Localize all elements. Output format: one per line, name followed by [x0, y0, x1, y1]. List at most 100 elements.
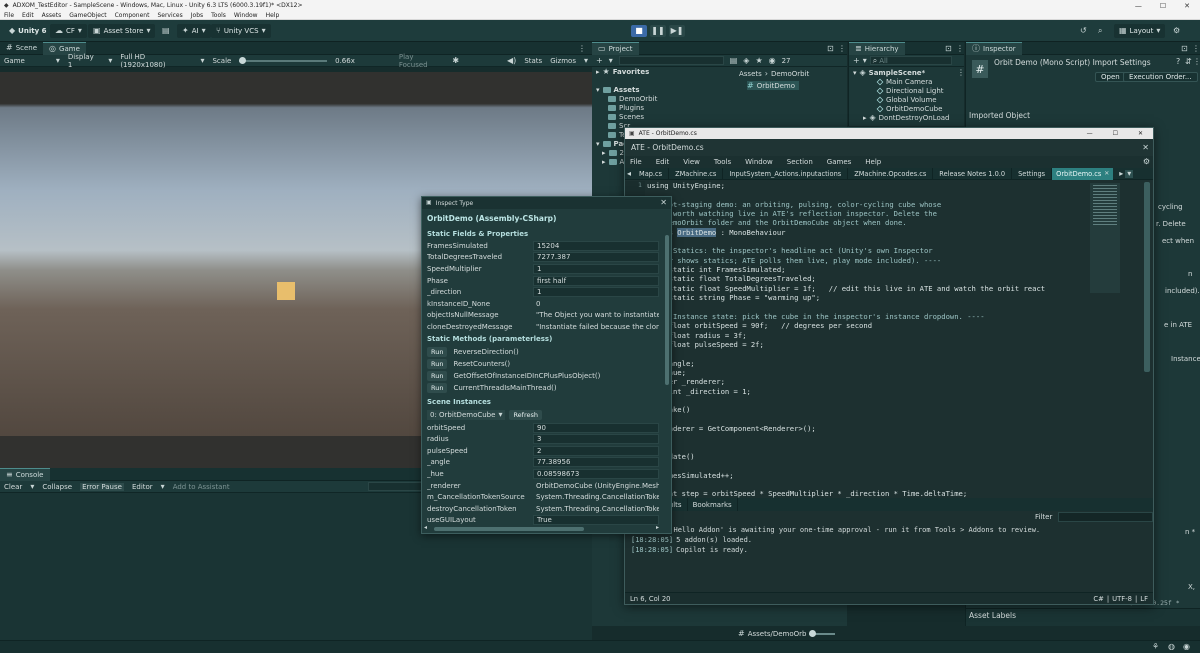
- vcs-dropdown[interactable]: ⑂ Unity VCS ▾: [211, 24, 271, 38]
- run-button[interactable]: Run: [427, 358, 448, 369]
- inspect-hscrollbar[interactable]: [434, 527, 584, 531]
- layout-dropdown[interactable]: ▦ Layout ▾: [1114, 24, 1166, 38]
- code-minimap[interactable]: [1090, 183, 1120, 293]
- unity-version-button[interactable]: ◆ Unity 6: [4, 24, 51, 38]
- field-value[interactable]: 0.08598673: [533, 468, 659, 479]
- menu-tools[interactable]: Tools: [211, 12, 226, 19]
- ate-tab-zmachine[interactable]: ZMachine.cs: [669, 167, 724, 180]
- ate-tab-map[interactable]: Map.cs: [633, 167, 670, 180]
- ate-tab-opcodes[interactable]: ZMachine.Opcodes.cs: [848, 167, 934, 180]
- hierarchy-item-cube[interactable]: OrbitDemoCube: [853, 104, 965, 113]
- account-dropdown[interactable]: ☁ CF ▾: [50, 24, 87, 38]
- more-options-icon[interactable]: ⋮: [957, 68, 965, 77]
- status-language[interactable]: C#: [1093, 595, 1103, 603]
- field-value[interactable]: 3: [533, 434, 659, 445]
- chevron-left-icon[interactable]: ◂: [625, 169, 633, 178]
- ate-menu-section[interactable]: Section: [787, 158, 813, 166]
- clear-button[interactable]: Clear: [4, 483, 22, 491]
- tab-console[interactable]: ≡ Console: [0, 467, 50, 481]
- stats-button[interactable]: Stats: [524, 57, 542, 65]
- breadcrumb-assets[interactable]: Assets: [739, 70, 762, 78]
- ate-tab-inputsystem[interactable]: InputSystem_Actions.inputactions: [723, 167, 849, 180]
- ate-close-icon[interactable]: ✕: [1142, 143, 1149, 152]
- game-mode-dropdown[interactable]: Game: [4, 57, 48, 65]
- error-pause-button[interactable]: Error Pause: [80, 482, 124, 491]
- settings-icon[interactable]: ⇵: [1185, 58, 1192, 66]
- field-value[interactable]: first half: [533, 275, 659, 286]
- tab-hierarchy[interactable]: ≣ Hierarchy: [849, 41, 905, 55]
- tree-item-scenes[interactable]: Scenes: [596, 112, 736, 121]
- star-icon[interactable]: ★: [755, 56, 762, 65]
- run-button[interactable]: Run: [427, 346, 448, 357]
- scale-slider[interactable]: [239, 56, 328, 64]
- chevron-right-icon[interactable]: ▸: [1117, 169, 1125, 178]
- add-to-assistant-button[interactable]: Add to Assistant: [173, 483, 230, 491]
- speaker-icon[interactable]: ◀): [507, 56, 516, 65]
- run-button[interactable]: Run: [427, 370, 448, 381]
- tab-scene[interactable]: # Scene: [0, 42, 43, 55]
- tab-project[interactable]: ▭ Project: [592, 41, 639, 55]
- plus-icon[interactable]: +: [853, 56, 860, 65]
- filter-icon[interactable]: ▤: [730, 56, 738, 65]
- ate-menu-edit[interactable]: Edit: [656, 158, 670, 166]
- lock-icon[interactable]: ⊡: [1181, 45, 1188, 53]
- hierarchy-dont-destroy[interactable]: ▸ ◈ DontDestroyOnLoad: [853, 113, 965, 122]
- ate-tab-orbitdemo[interactable]: OrbitDemo.cs ✕: [1052, 167, 1114, 180]
- field-value[interactable]: 15204: [533, 240, 659, 251]
- run-button[interactable]: Run: [427, 382, 448, 393]
- ate-maximize-button[interactable]: ☐: [1113, 130, 1118, 137]
- menu-component[interactable]: Component: [115, 12, 150, 19]
- step-button[interactable]: ▶❚: [669, 25, 685, 37]
- hierarchy-item-camera[interactable]: Main Camera: [853, 77, 965, 86]
- ate-minimize-button[interactable]: —: [1087, 130, 1093, 137]
- field-value[interactable]: 1: [533, 263, 659, 274]
- ate-tab-release-notes[interactable]: Release Notes 1.0.0: [933, 167, 1013, 180]
- tab-inspector[interactable]: ⓘ Inspector: [966, 41, 1022, 55]
- tree-item-plugins[interactable]: Plugins: [596, 103, 736, 112]
- tree-item-demoorbit[interactable]: DemoOrbit: [596, 94, 736, 103]
- hierarchy-item-light[interactable]: Directional Light: [853, 86, 965, 95]
- menu-gameobject[interactable]: GameObject: [69, 12, 106, 19]
- pause-button[interactable]: ❚❚: [650, 25, 666, 37]
- close-icon[interactable]: ✕: [1104, 170, 1109, 177]
- scene-root[interactable]: ▾ ◈ SampleScene* ⋮: [853, 68, 965, 77]
- minimize-button[interactable]: —: [1135, 2, 1142, 10]
- file-orbitdemo[interactable]: # OrbitDemo: [747, 81, 800, 90]
- ate-menu-games[interactable]: Games: [827, 158, 852, 166]
- editor-dropdown[interactable]: Editor: [132, 483, 153, 491]
- tree-item-assets[interactable]: ▾ Assets: [596, 85, 736, 94]
- menu-assets[interactable]: Assets: [42, 12, 62, 19]
- search-button[interactable]: ⌕: [1093, 24, 1107, 38]
- package-button[interactable]: ▤: [157, 24, 175, 38]
- history-button[interactable]: ↺: [1075, 24, 1092, 38]
- menu-window[interactable]: Window: [234, 12, 258, 19]
- collapse-button[interactable]: Collapse: [42, 483, 72, 491]
- code-editor[interactable]: using UnityEngine; eenshot-staging demo: …: [647, 181, 1091, 498]
- close-button[interactable]: ✕: [1184, 2, 1190, 10]
- project-search-input[interactable]: [618, 56, 724, 65]
- bug-icon[interactable]: ✱: [452, 56, 459, 65]
- menu-help[interactable]: Help: [266, 12, 280, 19]
- more-options-icon[interactable]: ⋮: [1193, 58, 1200, 66]
- gear-icon[interactable]: ⚙: [1143, 158, 1150, 166]
- favorites-item[interactable]: ▸ ★ Favorites: [596, 67, 736, 76]
- status-encoding[interactable]: UTF-8: [1112, 595, 1132, 603]
- chevron-down-icon[interactable]: ▾: [1125, 169, 1134, 178]
- breadcrumb-demoorbit[interactable]: DemoOrbit: [771, 70, 809, 78]
- refresh-button[interactable]: Refresh: [509, 410, 542, 421]
- more-options-icon[interactable]: ⋮: [956, 45, 964, 53]
- inspect-vscrollbar[interactable]: [665, 235, 669, 385]
- asset-store-button[interactable]: ▣ Asset Store ▾: [88, 24, 156, 38]
- label-icon[interactable]: ◈: [743, 56, 749, 65]
- lock-icon[interactable]: ⊡: [827, 45, 834, 53]
- icon-size-slider[interactable]: [809, 630, 836, 637]
- menu-file[interactable]: File: [4, 12, 14, 19]
- plus-icon[interactable]: +: [596, 56, 603, 65]
- resolution-dropdown[interactable]: Full HD (1920x1080): [120, 53, 192, 69]
- ate-menu-file[interactable]: File: [630, 158, 642, 166]
- menu-services[interactable]: Services: [157, 12, 182, 19]
- play-button[interactable]: ■: [631, 25, 647, 37]
- notification-icon[interactable]: ◉: [1183, 643, 1190, 651]
- ai-dropdown[interactable]: ✦ AI ▾: [177, 24, 211, 38]
- scroll-left-icon[interactable]: ◂: [424, 525, 427, 531]
